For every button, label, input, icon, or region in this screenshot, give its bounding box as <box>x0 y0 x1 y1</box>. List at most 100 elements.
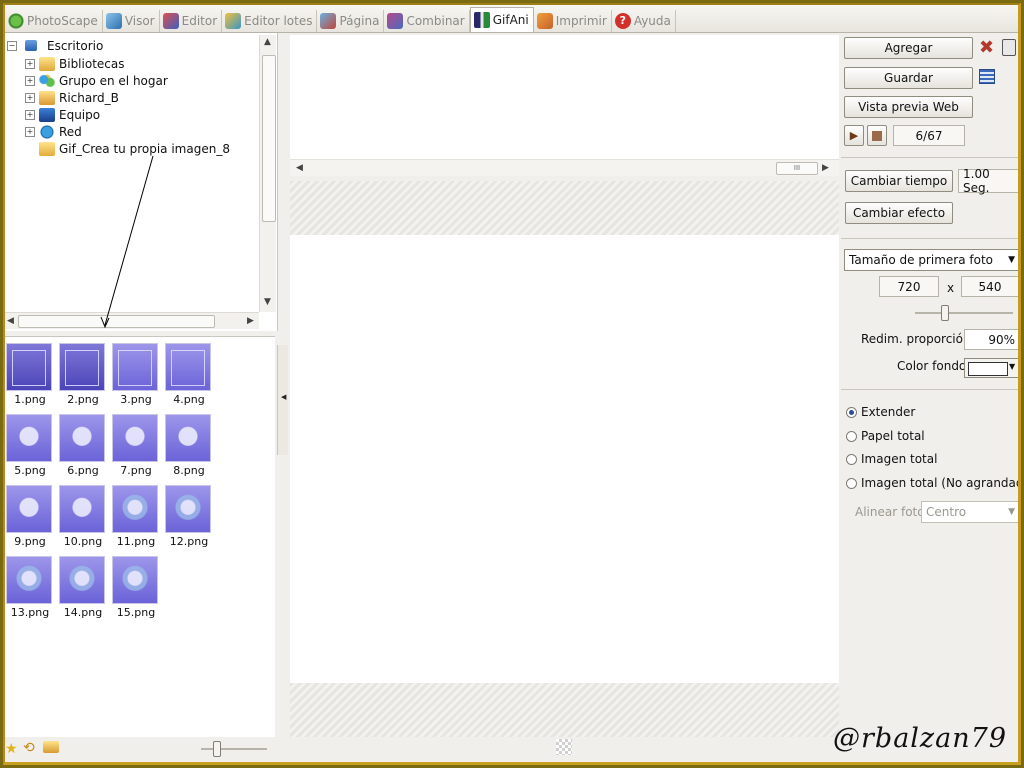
slider-knob[interactable] <box>213 741 221 757</box>
tree-item-richard[interactable]: + Richard_B <box>25 89 119 106</box>
scroll-right-icon[interactable]: ▶ <box>247 316 254 326</box>
thumbnail-item[interactable]: 15.png <box>112 556 160 620</box>
radio-imagen-total-no-agrandada[interactable]: Imagen total (No agrandada) <box>846 476 1018 490</box>
thumbnail-image <box>59 485 105 533</box>
resize-proportion-field[interactable]: 90% <box>964 329 1018 350</box>
tab-imprimir[interactable]: Imprimir <box>534 10 612 32</box>
computer-icon <box>39 107 55 122</box>
scroll-thumb[interactable] <box>262 55 276 222</box>
thumbnail-image <box>6 414 52 462</box>
thumbnail-panel[interactable]: 1.png 2.png 3.png 4.png 5.png 6.png 7.pn… <box>5 336 275 737</box>
height-field[interactable]: 540 <box>961 276 1018 297</box>
scroll-left-icon[interactable]: ◀ <box>296 163 303 173</box>
folder-search-icon[interactable] <box>43 741 59 753</box>
tree-item-gif-folder[interactable]: Gif_Crea tu propia imagen_8 <box>39 140 230 157</box>
rotate-icon[interactable]: ⟲ <box>23 740 35 756</box>
thumbnail-item[interactable]: 14.png <box>59 556 107 620</box>
tree-horizontal-scrollbar[interactable]: ◀ ▶ <box>5 312 259 329</box>
tab-pagina[interactable]: Página <box>317 10 385 32</box>
width-field[interactable]: 720 <box>879 276 939 297</box>
tab-editor[interactable]: Editor <box>160 10 223 32</box>
thumbnail-image <box>6 343 52 391</box>
frame-strip-scrollbar[interactable]: ◀ III ▶ <box>290 159 839 176</box>
scroll-thumb[interactable]: III <box>776 162 818 175</box>
collapse-icon[interactable]: − <box>7 40 17 51</box>
trash-icon[interactable] <box>1002 39 1016 56</box>
stop-button[interactable] <box>867 125 887 146</box>
frame-strip-preview <box>290 35 839 159</box>
add-button[interactable]: Agregar <box>844 37 973 59</box>
tab-bar: PhotoScape Visor Editor Editor lotes Pág… <box>5 5 1018 33</box>
frame-counter: 6/67 <box>893 125 965 146</box>
libraries-icon <box>39 56 55 71</box>
scroll-up-icon[interactable]: ▲ <box>264 37 271 47</box>
web-preview-button[interactable]: Vista previa Web <box>844 96 973 118</box>
watermark-text: @rbalzan79 <box>833 723 1007 754</box>
thumbnail-item[interactable]: 9.png <box>6 485 54 549</box>
thumbnail-image <box>59 556 105 604</box>
tab-gifani[interactable]: GifAni <box>469 7 534 32</box>
thumbnail-item[interactable]: 7.png <box>112 414 160 478</box>
size-slider[interactable] <box>915 312 1013 314</box>
thumbnail-image <box>6 556 52 604</box>
animation-canvas[interactable] <box>290 235 839 683</box>
thumbnail-item[interactable]: 4.png <box>165 343 213 407</box>
play-button[interactable]: ▶ <box>844 125 864 146</box>
tree-item-equipo[interactable]: + Equipo <box>25 106 100 123</box>
scroll-left-icon[interactable]: ◀ <box>7 316 14 326</box>
thumbnail-item[interactable]: 11.png <box>112 485 160 549</box>
thumbnail-size-slider[interactable] <box>201 748 267 750</box>
thumbnail-item[interactable]: 6.png <box>59 414 107 478</box>
radio-extender[interactable]: Extender <box>846 405 915 419</box>
radio-imagen-total[interactable]: Imagen total <box>846 452 937 466</box>
align-select[interactable]: Centro ▼ <box>921 501 1018 523</box>
thumbnail-item[interactable]: 5.png <box>6 414 54 478</box>
delete-icon[interactable]: ✖ <box>979 37 994 58</box>
tree-vertical-scrollbar[interactable]: ▲ ▼ <box>259 35 276 312</box>
tab-combinar[interactable]: Combinar <box>384 10 470 32</box>
scroll-down-icon[interactable]: ▼ <box>264 297 271 307</box>
slider-knob[interactable] <box>941 305 949 321</box>
tab-editor-lotes[interactable]: Editor lotes <box>222 10 318 32</box>
thumbnail-item[interactable]: 10.png <box>59 485 107 549</box>
radio-papel-total[interactable]: Papel total <box>846 429 925 443</box>
scroll-thumb[interactable] <box>18 315 215 328</box>
list-icon[interactable] <box>979 69 995 84</box>
transparency-icon[interactable] <box>556 739 572 755</box>
expand-icon[interactable]: + <box>25 92 35 103</box>
thumbnail-item[interactable]: 3.png <box>112 343 160 407</box>
collapse-left-icon[interactable]: ◀ <box>281 393 286 401</box>
scroll-right-icon[interactable]: ▶ <box>822 163 829 173</box>
expand-icon[interactable]: + <box>25 126 35 137</box>
thumbnail-item[interactable]: 1.png <box>6 343 54 407</box>
thumbnail-item[interactable]: 8.png <box>165 414 213 478</box>
expand-icon[interactable]: + <box>25 75 35 86</box>
tree-item-grupo-hogar[interactable]: + Grupo en el hogar <box>25 72 168 89</box>
tab-ayuda[interactable]: ? Ayuda <box>612 10 676 32</box>
star-icon[interactable]: ★ <box>5 741 18 757</box>
size-select[interactable]: Tamaño de primera foto ▼ <box>844 249 1018 271</box>
resize-label: Redim. proporción <box>861 332 971 346</box>
expand-icon[interactable]: + <box>25 58 35 69</box>
separator <box>841 238 1018 239</box>
change-effect-button[interactable]: Cambiar efecto <box>845 202 953 224</box>
chevron-down-icon: ▼ <box>1008 507 1015 517</box>
tab-photoscape[interactable]: PhotoScape <box>5 10 103 32</box>
network-icon <box>39 124 55 139</box>
tree-item-root[interactable]: − Escritorio <box>7 37 103 54</box>
gifani-icon <box>473 12 490 28</box>
bg-color-picker[interactable]: ▼ <box>964 358 1018 378</box>
time-field[interactable]: 1.00 Seg. <box>958 167 1018 195</box>
tab-visor[interactable]: Visor <box>103 10 160 32</box>
thumbnail-item[interactable]: 13.png <box>6 556 54 620</box>
thumbnail-image <box>112 556 158 604</box>
panel-collapse-handle[interactable]: ◀ <box>277 345 288 455</box>
tree-item-red[interactable]: + Red <box>25 123 82 140</box>
tree-item-bibliotecas[interactable]: + Bibliotecas <box>25 55 124 72</box>
thumbnail-item[interactable]: 2.png <box>59 343 107 407</box>
change-time-button[interactable]: Cambiar tiempo <box>845 170 953 192</box>
folder-tree[interactable]: − Escritorio + Bibliotecas + Grupo en el… <box>5 33 278 331</box>
thumbnail-item[interactable]: 12.png <box>165 485 213 549</box>
save-button[interactable]: Guardar <box>844 67 973 89</box>
expand-icon[interactable]: + <box>25 109 35 120</box>
